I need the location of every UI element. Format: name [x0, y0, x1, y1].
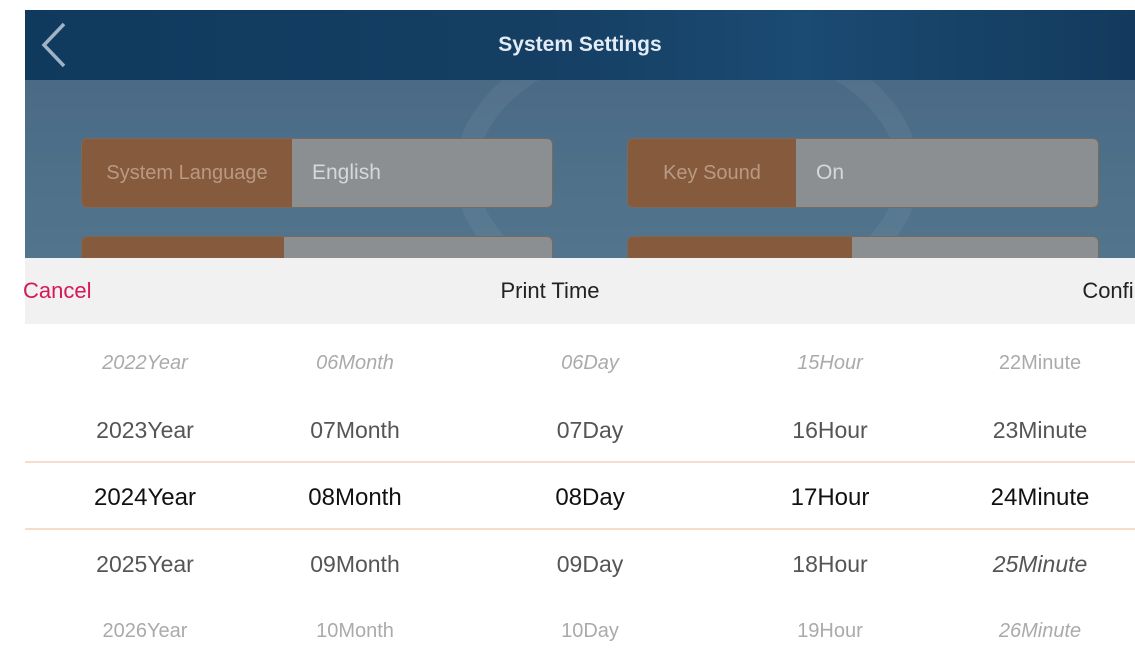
date-time-picker: Cancel Print Time Confir 2022Year 2023Ye… — [23, 258, 1135, 646]
hour-option[interactable]: 19Hour — [730, 598, 930, 665]
minute-wheel[interactable]: 22Minute 23Minute 24Minute 25Minute 26Mi… — [935, 330, 1135, 665]
day-option-selected[interactable]: 08Day — [490, 464, 690, 531]
month-option[interactable]: 07Month — [255, 397, 455, 464]
year-option[interactable]: 2026Year — [45, 598, 245, 665]
minute-option-selected[interactable]: 24Minute — [935, 464, 1135, 531]
setting-label: Key Sound — [628, 139, 796, 207]
setting-system-language[interactable]: System Language English — [81, 138, 553, 208]
setting-row2-left[interactable] — [81, 236, 553, 260]
settings-area: System Language English Key Sound On — [25, 80, 1135, 260]
year-option[interactable]: 2023Year — [45, 397, 245, 464]
setting-key-sound[interactable]: Key Sound On — [627, 138, 1099, 208]
minute-option[interactable]: 26Minute — [935, 598, 1135, 665]
picker-toolbar: Cancel Print Time Confir — [23, 258, 1135, 324]
year-option-selected[interactable]: 2024Year — [45, 464, 245, 531]
setting-row2-right[interactable] — [627, 236, 1099, 260]
setting-value: On — [796, 139, 1098, 207]
day-option[interactable]: 07Day — [490, 397, 690, 464]
year-option[interactable]: 2022Year — [45, 330, 245, 397]
header-bar: System Settings — [25, 10, 1135, 80]
year-option[interactable]: 2025Year — [45, 531, 245, 598]
day-wheel[interactable]: 06Day 07Day 08Day 09Day 10Day — [490, 330, 690, 665]
hour-option[interactable]: 18Hour — [730, 531, 930, 598]
setting-label: System Language — [82, 139, 292, 207]
day-option[interactable]: 06Day — [490, 330, 690, 397]
minute-option[interactable]: 22Minute — [935, 330, 1135, 397]
day-option[interactable]: 09Day — [490, 531, 690, 598]
page-title: System Settings — [498, 33, 662, 56]
hour-wheel[interactable]: 15Hour 16Hour 17Hour 18Hour 19Hour — [730, 330, 930, 665]
minute-option[interactable]: 25Minute — [935, 531, 1135, 598]
hour-option[interactable]: 16Hour — [730, 397, 930, 464]
month-option-selected[interactable]: 08Month — [255, 464, 455, 531]
confirm-button[interactable]: Confir — [1082, 258, 1135, 324]
month-option[interactable]: 09Month — [255, 531, 455, 598]
day-option[interactable]: 10Day — [490, 598, 690, 665]
chevron-left-icon — [41, 22, 66, 68]
minute-option[interactable]: 23Minute — [935, 397, 1135, 464]
month-option[interactable]: 06Month — [255, 330, 455, 397]
hour-option[interactable]: 15Hour — [730, 330, 930, 397]
setting-value: English — [292, 139, 552, 207]
month-wheel[interactable]: 06Month 07Month 08Month 09Month 10Month — [255, 330, 455, 665]
year-wheel[interactable]: 2022Year 2023Year 2024Year 2025Year 2026… — [45, 330, 245, 665]
hour-option-selected[interactable]: 17Hour — [730, 464, 930, 531]
back-button[interactable] — [33, 15, 73, 75]
month-option[interactable]: 10Month — [255, 598, 455, 665]
picker-title: Print Time — [500, 278, 600, 303]
